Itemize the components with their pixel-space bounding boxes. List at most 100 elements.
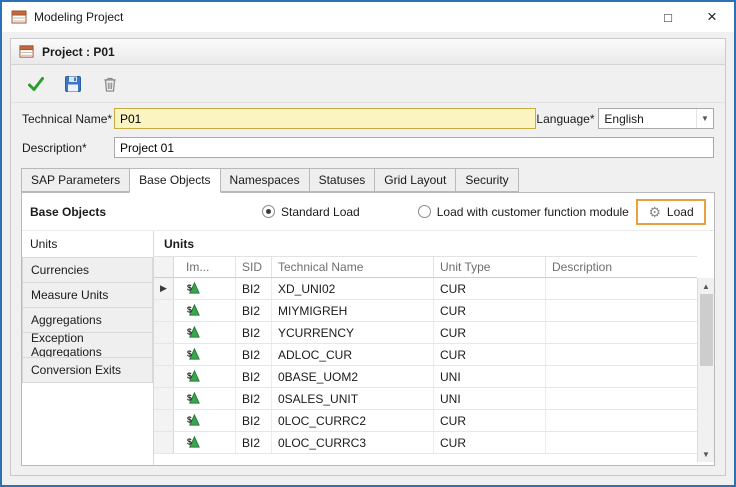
current-row-arrow-icon: ▶	[160, 283, 167, 294]
units-grid-area: Units Im... SID Technical Name Unit Type…	[154, 231, 714, 465]
table-row[interactable]: ▶ $ BI2 XD_UNI02 CUR	[154, 278, 697, 300]
description-label: Description*	[22, 141, 114, 155]
scroll-up-icon[interactable]: ▲	[698, 278, 714, 294]
sid-cell: BI2	[236, 300, 272, 321]
load-button[interactable]: ⚙ Load	[636, 199, 706, 225]
tab-grid-layout[interactable]: Grid Layout	[374, 168, 456, 192]
project-header-title: Project : P01	[42, 45, 115, 59]
currency-unit-icon: $	[186, 369, 201, 384]
description-cell	[546, 432, 697, 453]
nav-item-units[interactable]: Units	[22, 231, 153, 257]
chevron-down-icon[interactable]: ▼	[696, 109, 713, 128]
svg-text:$: $	[187, 414, 192, 424]
table-row[interactable]: $ BI2 0LOC_CURRC2 CUR	[154, 410, 697, 432]
radio-customer-function[interactable]: Load with customer function module	[418, 205, 629, 219]
delete-button[interactable]	[99, 73, 121, 95]
table-row[interactable]: $ BI2 YCURRENCY CUR	[154, 322, 697, 344]
nav-item-measure-units[interactable]: Measure Units	[22, 282, 153, 308]
scrollbar-thumb[interactable]	[700, 294, 713, 366]
vertical-scrollbar[interactable]: ▲ ▼	[697, 278, 714, 462]
description-cell	[546, 300, 697, 321]
column-header-technical-name[interactable]: Technical Name	[272, 257, 434, 277]
save-button[interactable]	[62, 73, 84, 95]
base-objects-panel: Base Objects Standard Load Load with cus…	[21, 192, 715, 466]
description-input[interactable]	[114, 137, 714, 158]
base-objects-body: Units Currencies Measure Units Aggregati…	[22, 231, 714, 465]
radio-selected-icon	[262, 205, 275, 218]
unit-type-cell: UNI	[434, 366, 546, 387]
grid-title: Units	[154, 231, 714, 256]
technical-name-cell: 0SALES_UNIT	[272, 388, 434, 409]
section-title: Base Objects	[30, 205, 262, 219]
description-cell	[546, 366, 697, 387]
validate-button[interactable]	[25, 73, 47, 95]
language-label: Language*	[536, 112, 598, 126]
unit-icon-cell: $	[174, 278, 236, 299]
description-cell	[546, 410, 697, 431]
sid-cell: BI2	[236, 322, 272, 343]
currency-unit-icon: $	[186, 391, 201, 406]
currency-unit-icon: $	[186, 347, 201, 362]
radio-customer-function-label: Load with customer function module	[437, 205, 629, 219]
unit-type-cell: CUR	[434, 410, 546, 431]
maximize-button[interactable]: □	[646, 2, 690, 32]
tab-security[interactable]: Security	[455, 168, 518, 192]
sid-cell: BI2	[236, 344, 272, 365]
sid-cell: BI2	[236, 388, 272, 409]
unit-type-cell: CUR	[434, 344, 546, 365]
table-row[interactable]: $ BI2 0SALES_UNIT UNI	[154, 388, 697, 410]
currency-unit-icon: $	[186, 435, 201, 450]
svg-text:$: $	[187, 348, 192, 358]
technical-name-cell: 0LOC_CURRC3	[272, 432, 434, 453]
language-dropdown[interactable]: English ▼	[598, 108, 714, 129]
svg-text:$: $	[187, 304, 192, 314]
row-indicator-cell	[154, 366, 174, 387]
close-button[interactable]: ×	[690, 2, 734, 32]
row-indicator-cell	[154, 432, 174, 453]
table-row[interactable]: $ BI2 0LOC_CURRC3 CUR	[154, 432, 697, 454]
sid-cell: BI2	[236, 432, 272, 453]
column-header-description[interactable]: Description	[546, 257, 697, 277]
table-row[interactable]: $ BI2 0BASE_UOM2 UNI	[154, 366, 697, 388]
project-icon	[19, 44, 34, 59]
nav-item-currencies[interactable]: Currencies	[22, 257, 153, 283]
nav-item-conversion-exits[interactable]: Conversion Exits	[22, 357, 153, 383]
svg-text:$: $	[187, 370, 192, 380]
technical-name-cell: XD_UNI02	[272, 278, 434, 299]
radio-unselected-icon	[418, 205, 431, 218]
column-header-im[interactable]: Im...	[174, 257, 236, 277]
svg-text:$: $	[187, 326, 192, 336]
tab-namespaces[interactable]: Namespaces	[220, 168, 310, 192]
svg-text:$: $	[187, 436, 192, 446]
tab-statuses[interactable]: Statuses	[309, 168, 376, 192]
sid-cell: BI2	[236, 278, 272, 299]
title-bar: Modeling Project □ ×	[2, 2, 734, 32]
row-indicator-cell	[154, 410, 174, 431]
tab-base-objects[interactable]: Base Objects	[129, 168, 220, 193]
currency-unit-icon: $	[186, 325, 201, 340]
technical-name-label: Technical Name*	[22, 112, 114, 126]
technical-name-input[interactable]	[114, 108, 536, 129]
tab-sap-parameters[interactable]: SAP Parameters	[21, 168, 130, 192]
trash-icon	[101, 75, 119, 93]
window-controls: □ ×	[646, 2, 734, 32]
nav-item-exception-aggregations[interactable]: Exception Aggregations	[22, 332, 153, 358]
row-indicator-cell: ▶	[154, 278, 174, 299]
table-header: Im... SID Technical Name Unit Type Descr…	[154, 256, 697, 278]
table-row[interactable]: $ BI2 ADLOC_CUR CUR	[154, 344, 697, 366]
save-icon	[64, 75, 82, 93]
row-indicator-cell	[154, 300, 174, 321]
radio-standard-load[interactable]: Standard Load	[262, 205, 360, 219]
scroll-down-icon[interactable]: ▼	[698, 446, 714, 462]
nav-item-aggregations[interactable]: Aggregations	[22, 307, 153, 333]
row-indicator-column-header	[154, 257, 174, 277]
currency-unit-icon: $	[186, 413, 201, 428]
modeling-project-dialog: Modeling Project □ × Project : P01	[0, 0, 736, 487]
currency-unit-icon: $	[186, 281, 201, 296]
column-header-sid[interactable]: SID	[236, 257, 272, 277]
object-type-list: Units Currencies Measure Units Aggregati…	[22, 231, 154, 465]
table-row[interactable]: $ BI2 MIYMIGREH CUR	[154, 300, 697, 322]
column-header-unit-type[interactable]: Unit Type	[434, 257, 546, 277]
svg-text:$: $	[187, 282, 192, 292]
technical-name-cell: ADLOC_CUR	[272, 344, 434, 365]
